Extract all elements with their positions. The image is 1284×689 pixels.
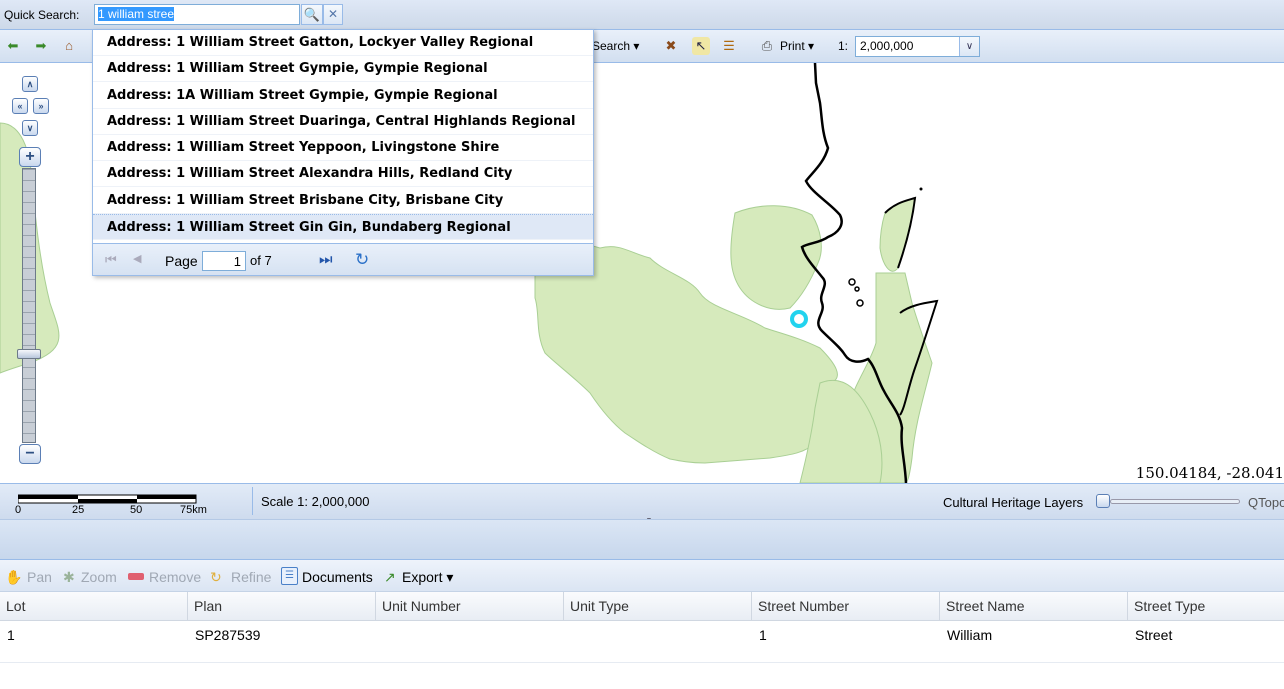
divider: [252, 487, 253, 515]
result-item[interactable]: Address: 1 William Street Duaringa, Cent…: [93, 109, 593, 135]
cell-plan: SP287539: [195, 627, 261, 643]
zoom-in-button[interactable]: +: [19, 147, 41, 167]
pan-right-button[interactable]: »: [33, 98, 49, 114]
cell-street-type: Street: [1135, 627, 1173, 643]
zoom-button[interactable]: Zoom: [81, 569, 117, 585]
scale-bar: [18, 494, 197, 504]
home-icon[interactable]: ⌂: [60, 37, 78, 55]
scale-tick: 50: [130, 504, 143, 516]
search-menu-button[interactable]: Search ▾: [592, 39, 639, 53]
scale-tick: 75km: [180, 504, 207, 516]
cell-lot: 1: [7, 627, 15, 643]
documents-icon: ☰: [281, 567, 298, 585]
magnifier-icon[interactable]: 🔍: [301, 4, 323, 25]
layers-icon[interactable]: ☰: [720, 37, 738, 55]
page-count-label: of 7: [250, 253, 272, 268]
column-header-street-name[interactable]: Street Name: [940, 592, 1128, 621]
map-status-bar: 0 25 50 75km Scale 1: 2,000,000 Cultural…: [0, 483, 1284, 519]
mouse-coordinates: 150.04184, -28.041: [1135, 464, 1284, 482]
results-toolbar: ✋ Pan ✱ Zoom Remove ↻ Refine ☰ Documents…: [0, 559, 1284, 592]
back-arrow-icon[interactable]: ⬅: [4, 37, 22, 55]
refine-button[interactable]: Refine: [231, 569, 271, 585]
location-marker: [790, 310, 808, 328]
result-item-selected[interactable]: Address: 1 William Street Gin Gin, Bunda…: [93, 214, 593, 240]
chevron-down-icon[interactable]: ∨: [959, 37, 979, 56]
quick-search-label: Quick Search:: [4, 8, 80, 22]
zoom-slider-handle[interactable]: [17, 349, 41, 359]
column-header-unit-type[interactable]: Unit Type: [564, 592, 752, 621]
print-button[interactable]: Print ▾: [780, 39, 814, 53]
scale-prefix-label: 1:: [838, 39, 849, 53]
zoom-out-button[interactable]: −: [19, 444, 41, 464]
zoom-icon: ✱: [63, 569, 75, 585]
scale-tick: 0: [15, 504, 22, 516]
column-header-plan[interactable]: Plan: [188, 592, 376, 621]
quick-search-input[interactable]: 1 william stree: [94, 4, 300, 25]
remove-button[interactable]: Remove: [149, 569, 201, 585]
cell-street-number: 1: [759, 627, 767, 643]
result-item[interactable]: Address: 1A William Street Gympie, Gympi…: [93, 83, 593, 109]
page-label: Page: [165, 253, 198, 269]
forward-arrow-icon[interactable]: ➡: [32, 37, 50, 55]
clear-selection-icon[interactable]: ✖: [662, 37, 680, 55]
scale-text: Scale 1: 2,000,000: [261, 494, 370, 509]
column-header-street-type[interactable]: Street Type: [1128, 592, 1284, 621]
column-header-unit-number[interactable]: Unit Number: [376, 592, 564, 621]
layers-label: Cultural Heritage Layers: [943, 495, 1084, 510]
refresh-icon[interactable]: ↻: [355, 250, 369, 270]
page-number-input[interactable]: 1: [202, 251, 246, 271]
export-icon: ↗: [384, 569, 396, 585]
search-results-dropdown: Address: 1 William Street Gatton, Lockye…: [92, 29, 594, 276]
remove-icon: [128, 573, 144, 580]
panel-splitter[interactable]: [0, 519, 1284, 559]
table-row[interactable]: 1 SP287539 1 William Street: [0, 621, 1284, 663]
cell-street-name: William: [947, 627, 993, 643]
documents-button[interactable]: Documents: [302, 569, 373, 585]
scale-tick: 25: [72, 504, 85, 516]
result-item[interactable]: Address: 1 William Street Alexandra Hill…: [93, 161, 593, 187]
layer-opacity-slider[interactable]: [1110, 499, 1240, 504]
export-button[interactable]: Export ▾: [402, 569, 453, 586]
slider-end-label: QTopo: [1248, 495, 1284, 510]
column-header-lot[interactable]: Lot: [0, 592, 188, 621]
pan-down-button[interactable]: ∨: [22, 120, 38, 136]
pan-up-button[interactable]: ∧: [22, 76, 38, 92]
result-item[interactable]: Address: 1 William Street Brisbane City,…: [93, 188, 593, 214]
column-header-street-number[interactable]: Street Number: [752, 592, 940, 621]
hand-icon: ✋: [5, 569, 23, 585]
result-item[interactable]: Address: 1 William Street Gatton, Lockye…: [93, 30, 593, 56]
close-icon[interactable]: ✕: [323, 4, 343, 25]
printer-icon[interactable]: ⎙: [758, 37, 776, 55]
land-region-island: [879, 197, 916, 272]
first-page-icon[interactable]: ⏮: [105, 252, 117, 268]
quick-search-bar: Quick Search: 1 william stree 🔍 ✕: [0, 0, 1284, 30]
results-pager: ⏮ ◀ Page 1 of 7 ⏭ ↻: [93, 243, 593, 275]
pan-button[interactable]: Pan: [27, 569, 52, 585]
layer-opacity-handle[interactable]: [1096, 494, 1110, 508]
refine-icon: ↻: [210, 569, 222, 585]
result-item[interactable]: Address: 1 William Street Yeppoon, Livin…: [93, 135, 593, 161]
prev-page-icon[interactable]: ◀: [133, 252, 141, 265]
results-grid-header: Lot Plan Unit Number Unit Type Street Nu…: [0, 592, 1284, 621]
select-tool-icon[interactable]: ↖: [692, 37, 710, 55]
pan-left-button[interactable]: «: [12, 98, 28, 114]
result-item[interactable]: Address: 1 William Street Gympie, Gympie…: [93, 56, 593, 82]
quick-search-value: 1 william stree: [98, 7, 175, 21]
zoom-slider-track[interactable]: [22, 168, 36, 443]
last-page-icon[interactable]: ⏭: [319, 251, 333, 268]
